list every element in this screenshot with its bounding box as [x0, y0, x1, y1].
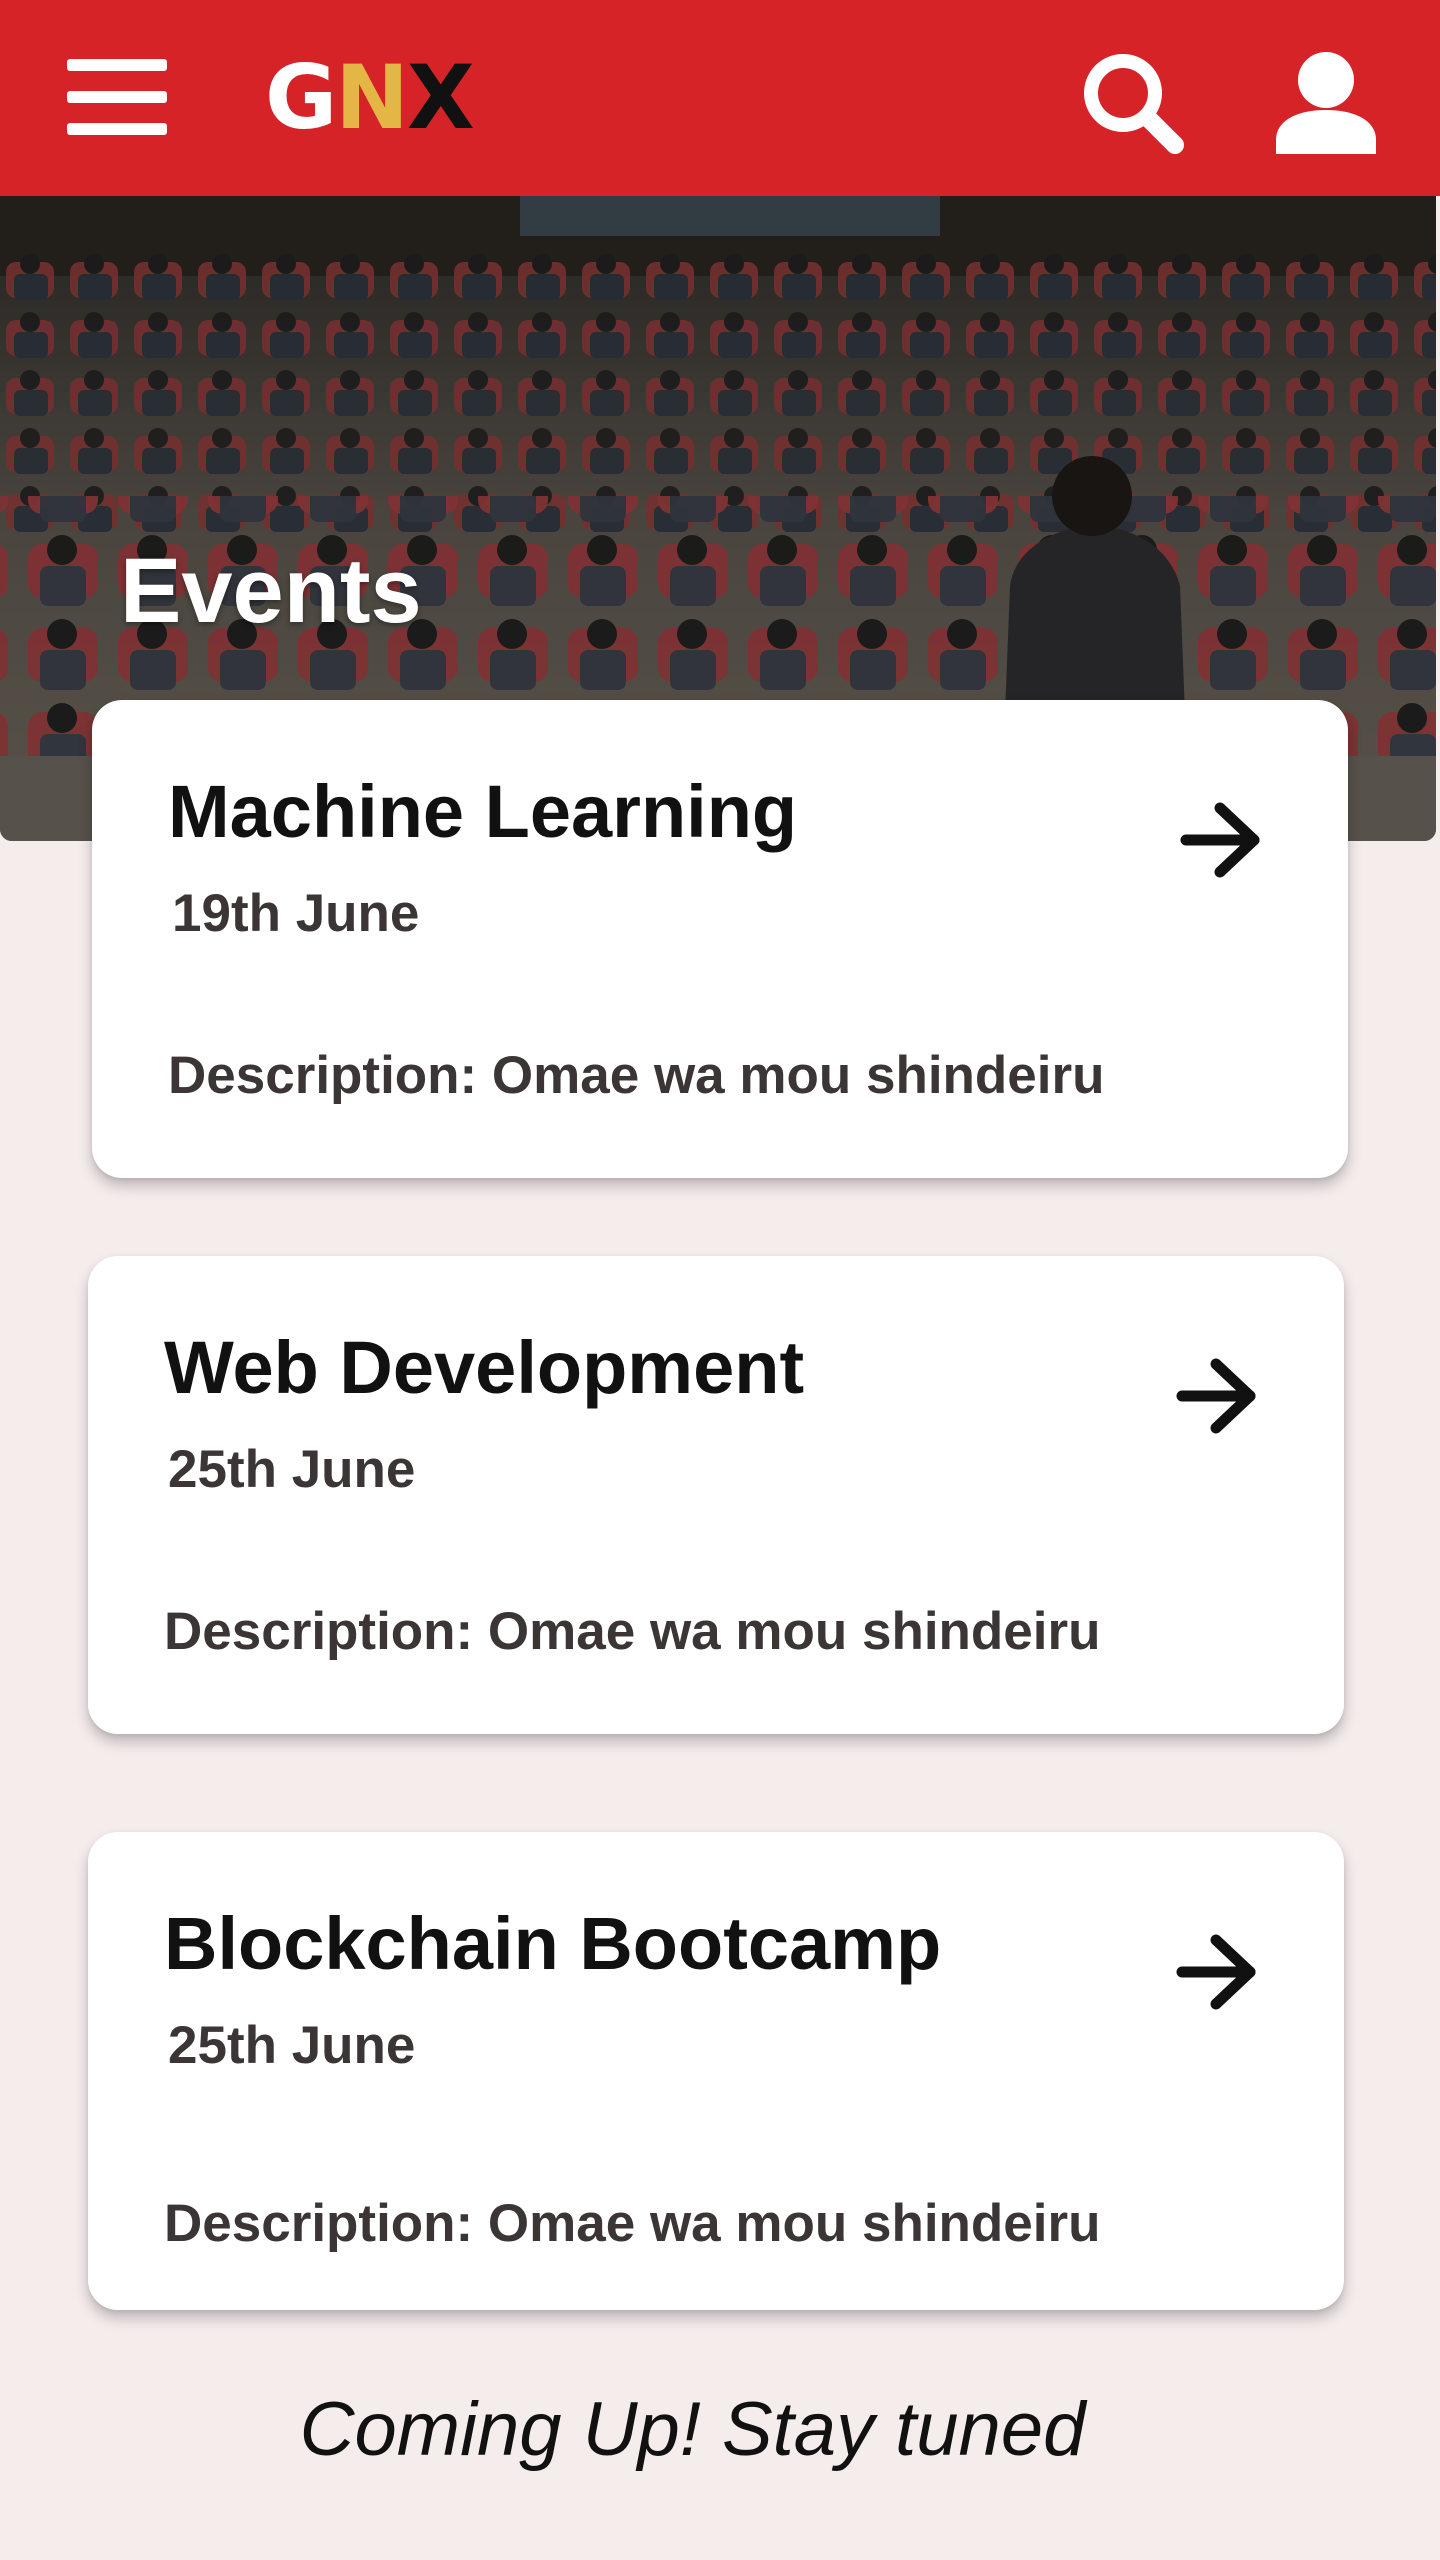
event-description: Description: Omae wa mou shindeiru: [168, 1046, 1105, 1105]
app-bar: GNX: [0, 0, 1440, 196]
event-description: Description: Omae wa mou shindeiru: [164, 1602, 1101, 1661]
app-logo[interactable]: GNX: [265, 44, 475, 152]
search-button[interactable]: [1078, 48, 1188, 158]
event-date: 25th June: [168, 1440, 416, 1499]
logo-letter-n: N: [335, 46, 409, 149]
arrow-right-icon: [1176, 1358, 1256, 1434]
open-event-button[interactable]: [1168, 1346, 1268, 1446]
event-card[interactable]: Machine Learning 19th June Description: …: [92, 700, 1348, 1178]
arrow-right-icon: [1180, 802, 1260, 878]
account-button[interactable]: [1268, 44, 1384, 160]
event-date: 19th June: [172, 884, 420, 943]
event-card[interactable]: Blockchain Bootcamp 25th June Descriptio…: [88, 1832, 1344, 2310]
event-card[interactable]: Web Development 25th June Description: O…: [88, 1256, 1344, 1734]
open-event-button[interactable]: [1172, 790, 1272, 890]
menu-button[interactable]: [62, 52, 172, 142]
event-title: Blockchain Bootcamp: [164, 1902, 942, 1985]
arrow-right-icon: [1176, 1934, 1256, 2010]
event-description: Description: Omae wa mou shindeiru: [164, 2194, 1101, 2253]
hamburger-menu-icon: [67, 59, 167, 135]
logo-letter-g: G: [265, 46, 337, 149]
event-title: Machine Learning: [168, 770, 798, 853]
open-event-button[interactable]: [1168, 1922, 1268, 2022]
event-title: Web Development: [164, 1326, 805, 1409]
search-icon: [1084, 54, 1184, 154]
coming-up-note: Coming Up! Stay tuned: [299, 2387, 1086, 2472]
event-date: 25th June: [168, 2016, 416, 2075]
account-icon: [1276, 52, 1376, 154]
page-title: Events: [120, 540, 422, 642]
logo-letter-x: X: [406, 46, 475, 149]
